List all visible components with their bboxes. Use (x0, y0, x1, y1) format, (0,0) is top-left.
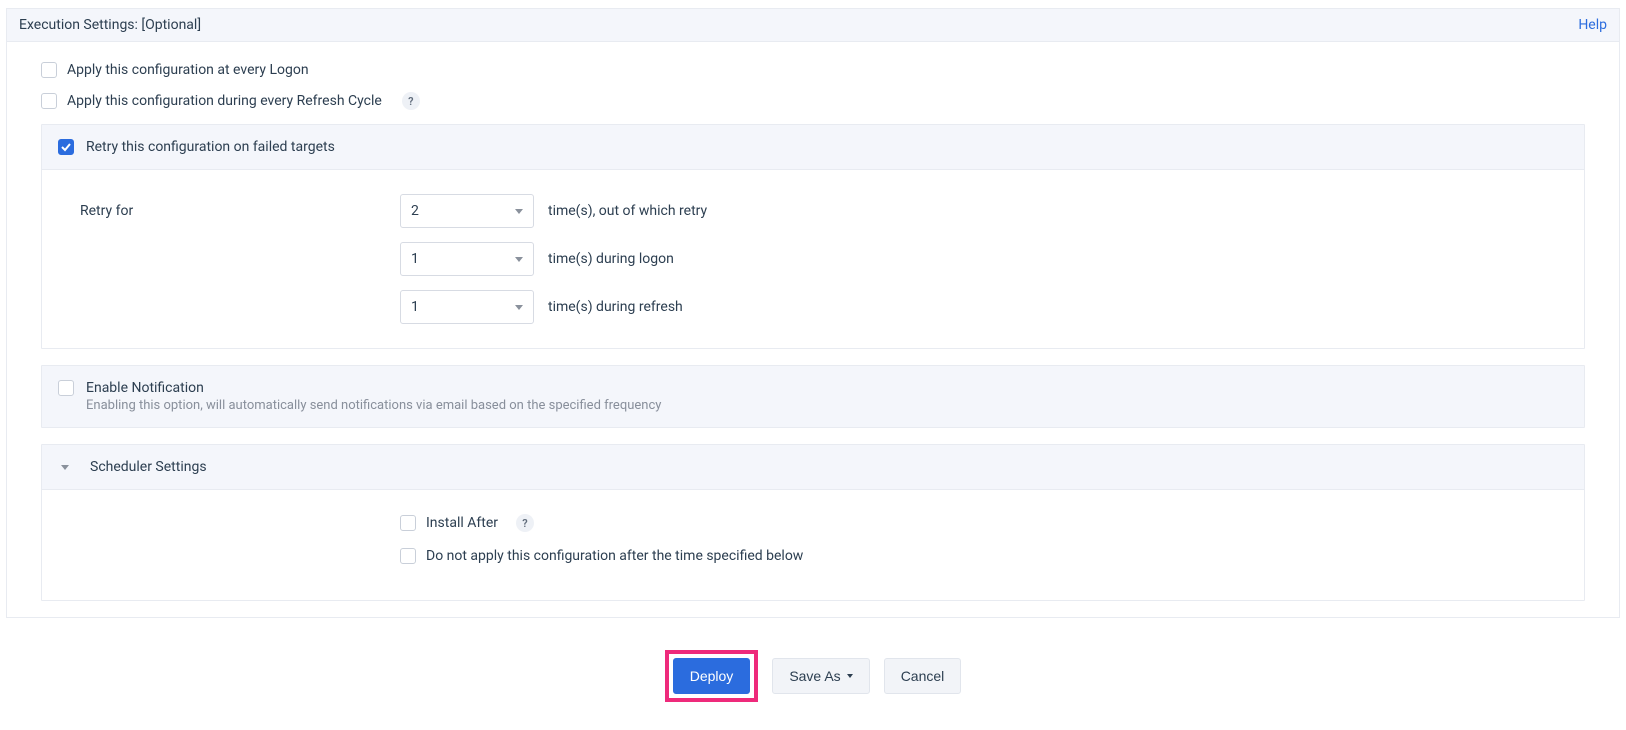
apply-logon-checkbox[interactable] (41, 62, 57, 78)
retry-for-label: Retry for (80, 203, 400, 219)
save-as-label: Save As (789, 668, 840, 684)
retry-total-value: 2 (411, 203, 419, 219)
chevron-down-icon (515, 209, 523, 214)
apply-logon-label: Apply this configuration at every Logon (67, 62, 309, 78)
no-apply-checkbox[interactable] (400, 548, 416, 564)
retry-panel-header: Retry this configuration on failed targe… (42, 125, 1584, 170)
chevron-down-icon (515, 257, 523, 262)
cancel-button[interactable]: Cancel (884, 658, 962, 694)
retry-total-suffix: time(s), out of which retry (548, 203, 707, 219)
install-after-checkbox[interactable] (400, 515, 416, 531)
notification-checkbox[interactable] (58, 380, 74, 396)
install-after-label: Install After (426, 515, 498, 531)
apply-refresh-label: Apply this configuration during every Re… (67, 93, 382, 109)
notification-subtitle: Enabling this option, will automatically… (86, 398, 661, 413)
scheduler-panel: Scheduler Settings Install After ? Do (41, 444, 1585, 601)
retry-logon-select[interactable]: 1 (400, 242, 534, 276)
retry-logon-suffix: time(s) during logon (548, 251, 674, 267)
chevron-down-icon (847, 674, 853, 678)
help-icon[interactable]: ? (516, 514, 534, 532)
chevron-down-icon (58, 465, 72, 470)
chevron-down-icon (515, 305, 523, 310)
retry-total-select[interactable]: 2 (400, 194, 534, 228)
retry-refresh-select[interactable]: 1 (400, 290, 534, 324)
apply-refresh-checkbox[interactable] (41, 93, 57, 109)
help-icon[interactable]: ? (402, 92, 420, 110)
retry-refresh-suffix: time(s) during refresh (548, 299, 683, 315)
retry-checkbox[interactable] (58, 139, 74, 155)
notification-panel: Enable Notification Enabling this option… (41, 365, 1585, 428)
notification-header: Enable Notification Enabling this option… (42, 366, 1584, 427)
deploy-button[interactable]: Deploy (673, 658, 751, 694)
section-title: Execution Settings: [Optional] (19, 17, 201, 33)
retry-panel: Retry this configuration on failed targe… (41, 124, 1585, 349)
save-as-button[interactable]: Save As (772, 658, 869, 694)
help-link[interactable]: Help (1578, 17, 1607, 33)
apply-refresh-row: Apply this configuration during every Re… (41, 92, 1585, 110)
scheduler-title: Scheduler Settings (90, 459, 207, 475)
notification-title: Enable Notification (86, 380, 661, 396)
apply-logon-row: Apply this configuration at every Logon (41, 62, 1585, 78)
execution-settings-header: Execution Settings: [Optional] Help (6, 8, 1620, 42)
deploy-highlight: Deploy (665, 650, 759, 702)
scheduler-header[interactable]: Scheduler Settings (42, 445, 1584, 490)
action-footer: Deploy Save As Cancel (0, 618, 1626, 730)
retry-logon-value: 1 (411, 251, 419, 267)
no-apply-label: Do not apply this configuration after th… (426, 548, 803, 564)
retry-label: Retry this configuration on failed targe… (86, 139, 335, 155)
retry-refresh-value: 1 (411, 299, 419, 315)
